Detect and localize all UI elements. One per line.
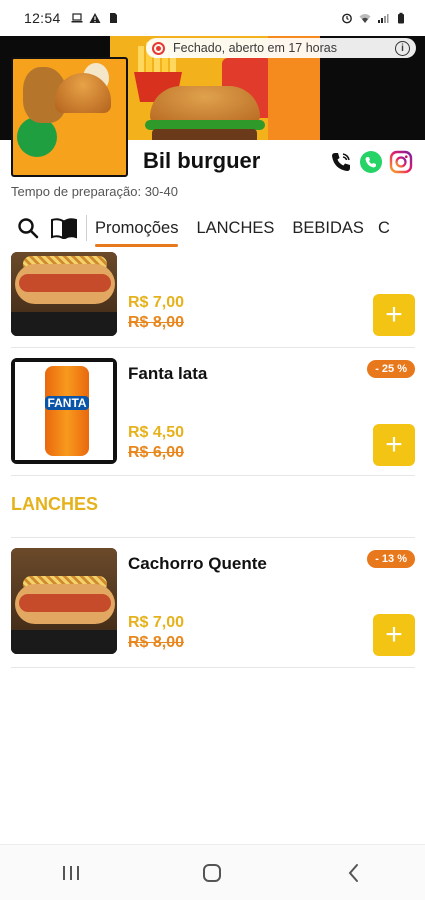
product-card[interactable]: R$ 7,00 R$ 8,00 +: [11, 252, 415, 336]
home-icon[interactable]: [192, 853, 232, 893]
phone-icon[interactable]: [329, 150, 353, 174]
menu-book-icon[interactable]: [50, 214, 78, 242]
product-card[interactable]: FANTA Fanta lata - 25 % R$ 4,50 R$ 6,00 …: [11, 358, 415, 466]
discount-badge: - 25 %: [367, 360, 415, 378]
tab-lanches[interactable]: LANCHES: [196, 219, 274, 238]
add-to-cart-button[interactable]: +: [373, 294, 415, 336]
signal-icon: [378, 14, 389, 23]
system-nav-bar: [0, 844, 425, 900]
product-old-price: R$ 8,00: [128, 634, 185, 651]
category-divider: [86, 215, 87, 241]
closed-indicator-icon: [152, 41, 165, 55]
product-card[interactable]: Cachorro Quente - 13 % R$ 7,00 R$ 8,00 +: [11, 548, 415, 656]
system-icons: [341, 12, 407, 24]
fanta-logo: FANTA: [45, 396, 89, 410]
warning-icon: [89, 13, 101, 23]
laptop-icon: [71, 13, 83, 23]
fanta-can-image: FANTA: [11, 358, 117, 464]
search-icon[interactable]: [14, 214, 42, 242]
instagram-icon[interactable]: [389, 150, 413, 174]
open-status-text: Fechado, aberto em 17 horas: [173, 41, 337, 55]
store-logo: [11, 57, 128, 177]
whatsapp-icon[interactable]: [359, 150, 383, 174]
section-title-lanches: LANCHES: [11, 494, 99, 514]
product-name: Cachorro Quente: [128, 554, 267, 573]
product-old-price: R$ 8,00: [128, 314, 185, 331]
social-links: [329, 150, 413, 174]
recent-apps-icon[interactable]: [51, 853, 91, 893]
battery-icon: [398, 12, 404, 24]
tab-partial[interactable]: C: [378, 219, 390, 238]
status-bar: 12:54: [0, 0, 425, 36]
hot-dog-image: [11, 548, 117, 654]
back-icon[interactable]: [334, 853, 374, 893]
product-price: R$ 7,00: [128, 294, 185, 311]
add-to-cart-button[interactable]: +: [373, 614, 415, 656]
info-icon[interactable]: i: [395, 40, 410, 56]
product-price: R$ 4,50: [128, 424, 185, 441]
sim-card-icon: [109, 13, 117, 23]
product-old-price: R$ 6,00: [128, 444, 185, 461]
clock: 12:54: [24, 10, 61, 26]
divider: [11, 537, 415, 538]
tab-promocoes[interactable]: Promoções: [95, 219, 179, 247]
add-to-cart-button[interactable]: +: [373, 424, 415, 466]
prep-time: Tempo de preparação: 30-40: [11, 184, 178, 199]
product-name: Fanta lata: [128, 364, 208, 383]
store-name: Bil burguer: [143, 148, 261, 173]
divider: [11, 347, 415, 348]
category-bar: Promoções LANCHES BEBIDAS C: [0, 208, 425, 248]
notification-icons: [71, 12, 119, 24]
product-price: R$ 7,00: [128, 614, 185, 631]
tab-bebidas[interactable]: BEBIDAS: [292, 219, 364, 238]
wifi-icon: [359, 14, 371, 23]
discount-badge: - 13 %: [367, 550, 415, 568]
alarm-icon: [342, 13, 352, 24]
divider: [11, 475, 415, 476]
store-open-status[interactable]: Fechado, aberto em 17 horas i: [146, 38, 416, 58]
divider: [11, 667, 415, 668]
hot-dog-image: [11, 252, 117, 336]
